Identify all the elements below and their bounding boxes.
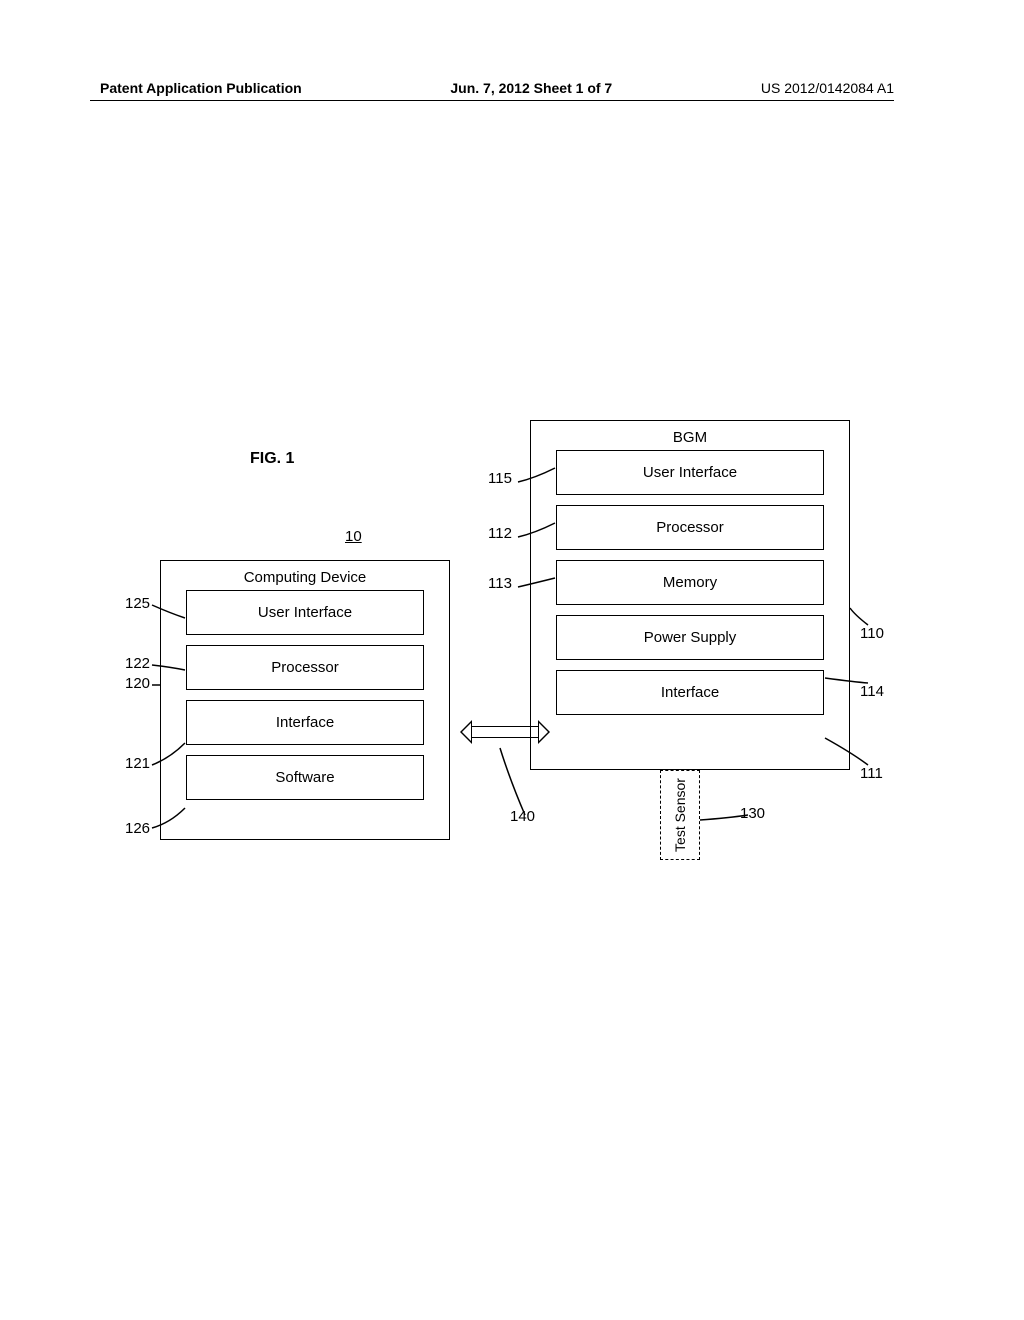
page-header: Patent Application Publication Jun. 7, 2…	[0, 80, 1024, 96]
ref-121: 121	[125, 755, 150, 772]
ref-126: 126	[125, 820, 150, 837]
bgm-processor-box: Processor	[556, 505, 824, 550]
header-date-sheet: Jun. 7, 2012 Sheet 1 of 7	[450, 80, 612, 96]
ref-113: 113	[488, 575, 512, 592]
bgm-power-supply-box: Power Supply	[556, 615, 824, 660]
ref-130: 130	[740, 805, 765, 822]
bgm-memory-box: Memory	[556, 560, 824, 605]
ref-122: 122	[125, 655, 150, 672]
ref-111: 111	[860, 765, 883, 782]
ref-115: 115	[488, 470, 512, 487]
header-publication: Patent Application Publication	[100, 80, 302, 96]
cd-processor-box: Processor	[186, 645, 424, 690]
bgm-interface-box: Interface	[556, 670, 824, 715]
computing-device-inner: User Interface Processor Interface Softw…	[161, 590, 449, 800]
header-patent-number: US 2012/0142084 A1	[761, 80, 894, 96]
bgm-title: BGM	[531, 421, 849, 450]
computing-device-box: Computing Device User Interface Processo…	[160, 560, 450, 840]
ref-114: 114	[860, 683, 884, 700]
figure-label: FIG. 1	[250, 450, 294, 468]
bgm-box: BGM User Interface Processor Memory Powe…	[530, 420, 850, 770]
ref-112: 112	[488, 525, 512, 542]
ref-125: 125	[125, 595, 150, 612]
test-sensor-box: Test Sensor	[660, 770, 700, 860]
cd-software-box: Software	[186, 755, 424, 800]
ref-120: 120	[125, 675, 150, 692]
ref-10: 10	[345, 528, 362, 545]
bgm-inner: User Interface Processor Memory Power Su…	[531, 450, 849, 715]
ref-140: 140	[510, 808, 535, 825]
figure-diagram: FIG. 1 10 BGM User Interface Processor M…	[130, 420, 880, 900]
cd-user-interface-box: User Interface	[186, 590, 424, 635]
cd-interface-box: Interface	[186, 700, 424, 745]
test-sensor-label: Test Sensor	[672, 778, 688, 852]
computing-device-title: Computing Device	[161, 561, 449, 590]
connection-arrow	[460, 720, 550, 750]
bgm-user-interface-box: User Interface	[556, 450, 824, 495]
ref-110: 110	[860, 625, 884, 642]
header-divider	[90, 100, 894, 101]
